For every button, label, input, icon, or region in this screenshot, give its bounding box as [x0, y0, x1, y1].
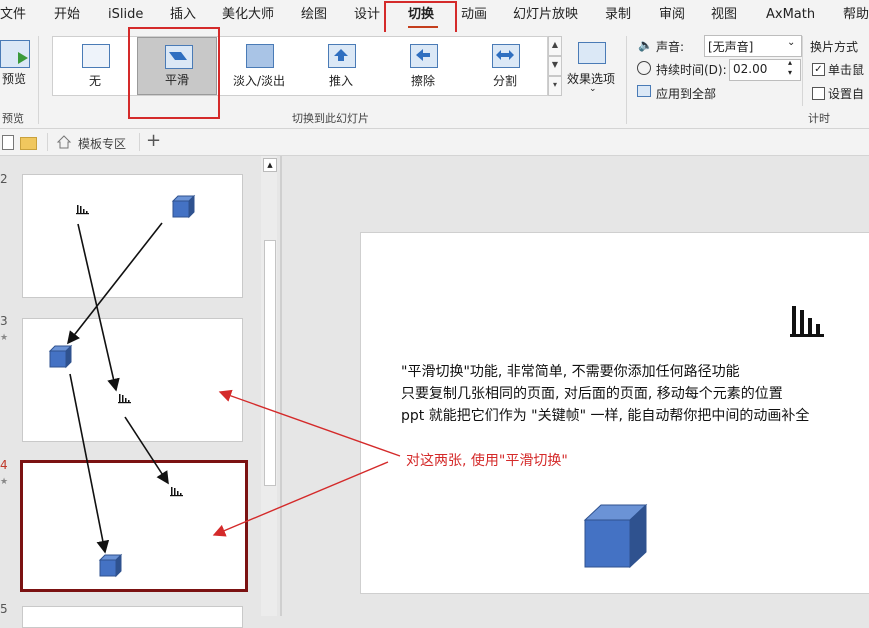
cube-icon — [48, 344, 73, 369]
chart-icon — [170, 487, 183, 497]
chart-icon — [118, 394, 131, 404]
motion-arrow — [124, 416, 169, 485]
cube-icon — [98, 553, 123, 578]
annotation-arrow — [218, 389, 401, 457]
cube-icon — [583, 503, 648, 569]
motion-arrow — [69, 373, 110, 554]
annotation-arrow — [212, 461, 389, 537]
chart-icon — [790, 306, 824, 337]
annotation-layer — [48, 194, 824, 578]
cube-icon — [171, 194, 196, 219]
annotation-text: 对这两张, 使用"平滑切换" — [406, 453, 568, 469]
chart-icon — [76, 205, 89, 215]
